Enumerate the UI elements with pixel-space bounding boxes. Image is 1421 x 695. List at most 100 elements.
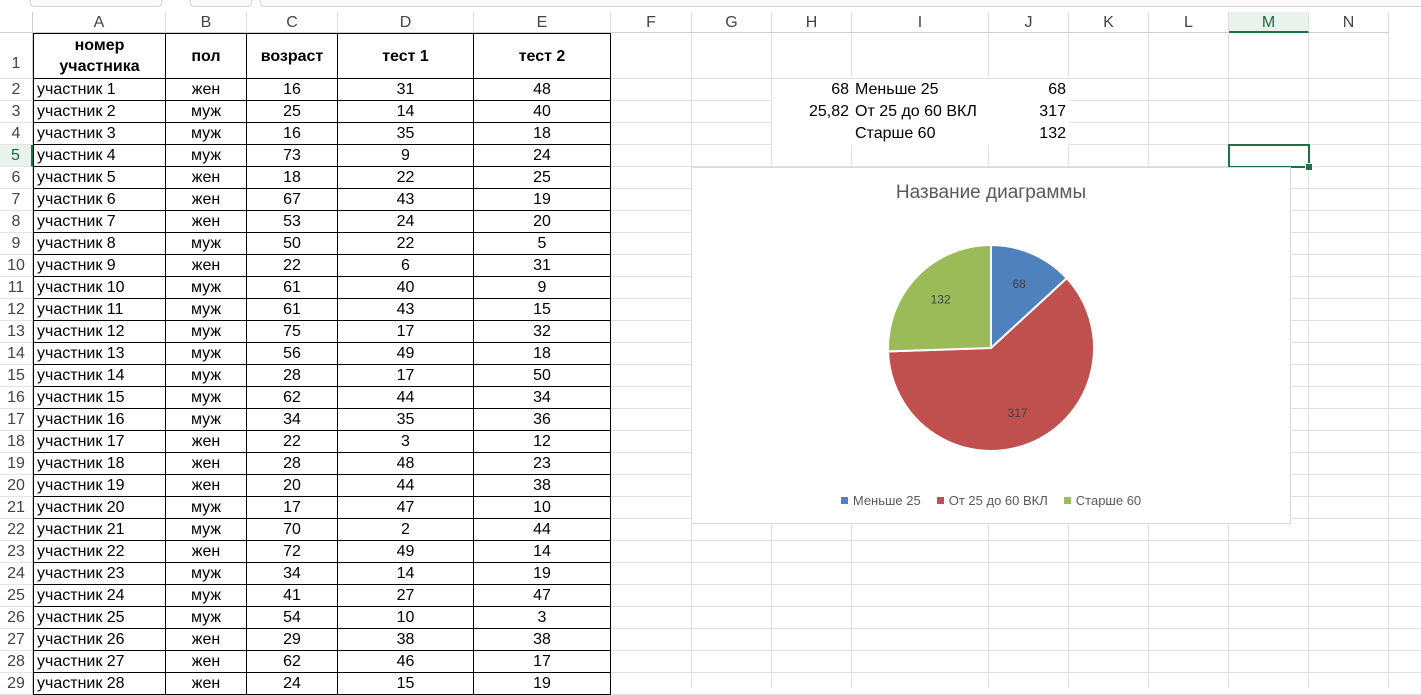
table-cell[interactable]: 43 xyxy=(338,189,474,211)
summary-value[interactable]: 132 xyxy=(989,123,1069,145)
table-cell[interactable]: 31 xyxy=(338,79,474,101)
table-cell[interactable]: 24 xyxy=(338,211,474,233)
summary-h-cell[interactable]: 25,82 xyxy=(772,101,852,123)
table-cell[interactable]: муж xyxy=(166,585,247,607)
table-cell[interactable]: участник 28 xyxy=(33,673,166,695)
table-cell[interactable]: 20 xyxy=(474,211,611,233)
table-cell[interactable]: 10 xyxy=(338,607,474,629)
table-cell[interactable]: 6 xyxy=(338,255,474,277)
table-cell[interactable]: 17 xyxy=(338,365,474,387)
legend-item-1[interactable]: Меньше 25 xyxy=(840,493,921,508)
table-cell[interactable]: жен xyxy=(166,79,247,101)
data-label-3[interactable]: 132 xyxy=(931,292,951,306)
table-cell[interactable]: участник 11 xyxy=(33,299,166,321)
table-cell[interactable]: жен xyxy=(166,453,247,475)
table-cell[interactable]: 18 xyxy=(474,343,611,365)
table-cell[interactable]: 25 xyxy=(247,101,338,123)
table-cell[interactable]: 22 xyxy=(338,167,474,189)
table-cell[interactable]: 10 xyxy=(474,497,611,519)
table-cell[interactable]: 62 xyxy=(247,387,338,409)
column-header-G[interactable]: G xyxy=(692,12,772,33)
table-cell[interactable]: 35 xyxy=(338,123,474,145)
data-label-1[interactable]: 68 xyxy=(1012,277,1026,291)
table-cell[interactable]: 23 xyxy=(474,453,611,475)
table-cell[interactable]: муж xyxy=(166,123,247,145)
pie-chart[interactable]: Название диаграммы 68 317 132 Меньше 25 От … xyxy=(691,167,1291,524)
table-cell[interactable]: жен xyxy=(166,651,247,673)
table-cell[interactable]: 50 xyxy=(247,233,338,255)
table-cell[interactable]: участник 6 xyxy=(33,189,166,211)
row-header-24[interactable]: 24 xyxy=(0,563,33,585)
row-header-27[interactable]: 27 xyxy=(0,629,33,651)
table-cell[interactable]: муж xyxy=(166,343,247,365)
table-cell[interactable]: жен xyxy=(166,475,247,497)
table-cell[interactable]: 18 xyxy=(247,167,338,189)
column-header-J[interactable]: J xyxy=(989,12,1069,33)
table-cell[interactable]: муж xyxy=(166,387,247,409)
table-cell[interactable]: 56 xyxy=(247,343,338,365)
table-cell[interactable]: участник 27 xyxy=(33,651,166,673)
row-header-2[interactable]: 2 xyxy=(0,79,33,101)
table-cell[interactable]: 47 xyxy=(338,497,474,519)
table-cell[interactable]: 2 xyxy=(338,519,474,541)
row-header-3[interactable]: 3 xyxy=(0,101,33,123)
table-cell[interactable]: 25 xyxy=(474,167,611,189)
table-cell[interactable]: жен xyxy=(166,431,247,453)
table-cell[interactable]: участник 1 xyxy=(33,79,166,101)
table-cell[interactable]: 27 xyxy=(338,585,474,607)
table-header-4[interactable]: тест 2 xyxy=(474,33,611,79)
table-cell[interactable]: 40 xyxy=(474,101,611,123)
table-cell[interactable]: участник 3 xyxy=(33,123,166,145)
table-cell[interactable]: 48 xyxy=(474,79,611,101)
table-cell[interactable]: 31 xyxy=(474,255,611,277)
table-cell[interactable]: участник 5 xyxy=(33,167,166,189)
row-header-20[interactable]: 20 xyxy=(0,475,33,497)
summary-h-cell[interactable] xyxy=(772,123,852,145)
table-cell[interactable]: 50 xyxy=(474,365,611,387)
table-cell[interactable]: 75 xyxy=(247,321,338,343)
table-cell[interactable]: участник 17 xyxy=(33,431,166,453)
table-cell[interactable]: муж xyxy=(166,365,247,387)
table-cell[interactable]: участник 19 xyxy=(33,475,166,497)
table-cell[interactable]: 35 xyxy=(338,409,474,431)
table-cell[interactable]: участник 10 xyxy=(33,277,166,299)
row-header-11[interactable]: 11 xyxy=(0,277,33,299)
summary-h-cell[interactable]: 68 xyxy=(772,79,852,101)
table-cell[interactable]: 34 xyxy=(474,387,611,409)
table-cell[interactable]: участник 20 xyxy=(33,497,166,519)
table-cell[interactable]: 17 xyxy=(247,497,338,519)
row-header-21[interactable]: 21 xyxy=(0,497,33,519)
row-header-13[interactable]: 13 xyxy=(0,321,33,343)
table-cell[interactable]: 54 xyxy=(247,607,338,629)
column-header-B[interactable]: B xyxy=(166,12,247,33)
row-header-16[interactable]: 16 xyxy=(0,387,33,409)
table-cell[interactable]: муж xyxy=(166,101,247,123)
table-cell[interactable]: 73 xyxy=(247,145,338,167)
table-cell[interactable]: 29 xyxy=(247,629,338,651)
table-cell[interactable]: 28 xyxy=(247,453,338,475)
row-header-28[interactable]: 28 xyxy=(0,651,33,673)
table-cell[interactable]: 19 xyxy=(474,563,611,585)
column-header-A[interactable]: A xyxy=(33,12,166,33)
table-cell[interactable]: жен xyxy=(166,189,247,211)
table-cell[interactable]: муж xyxy=(166,145,247,167)
table-cell[interactable]: 20 xyxy=(247,475,338,497)
table-cell[interactable]: участник 7 xyxy=(33,211,166,233)
table-cell[interactable]: 16 xyxy=(247,79,338,101)
column-header-N[interactable]: N xyxy=(1309,12,1389,33)
table-cell[interactable]: жен xyxy=(166,541,247,563)
table-cell[interactable]: 61 xyxy=(247,299,338,321)
table-cell[interactable]: 48 xyxy=(338,453,474,475)
table-cell[interactable]: муж xyxy=(166,409,247,431)
table-cell[interactable]: 44 xyxy=(338,387,474,409)
row-header-22[interactable]: 22 xyxy=(0,519,33,541)
table-cell[interactable]: участник 25 xyxy=(33,607,166,629)
table-cell[interactable]: 19 xyxy=(474,189,611,211)
data-label-2[interactable]: 317 xyxy=(1008,406,1028,420)
table-cell[interactable]: 16 xyxy=(247,123,338,145)
summary-value[interactable]: 68 xyxy=(989,79,1069,101)
summary-value[interactable]: 317 xyxy=(989,101,1069,123)
table-cell[interactable]: 15 xyxy=(338,673,474,695)
table-cell[interactable]: участник 14 xyxy=(33,365,166,387)
table-cell[interactable]: 14 xyxy=(338,563,474,585)
